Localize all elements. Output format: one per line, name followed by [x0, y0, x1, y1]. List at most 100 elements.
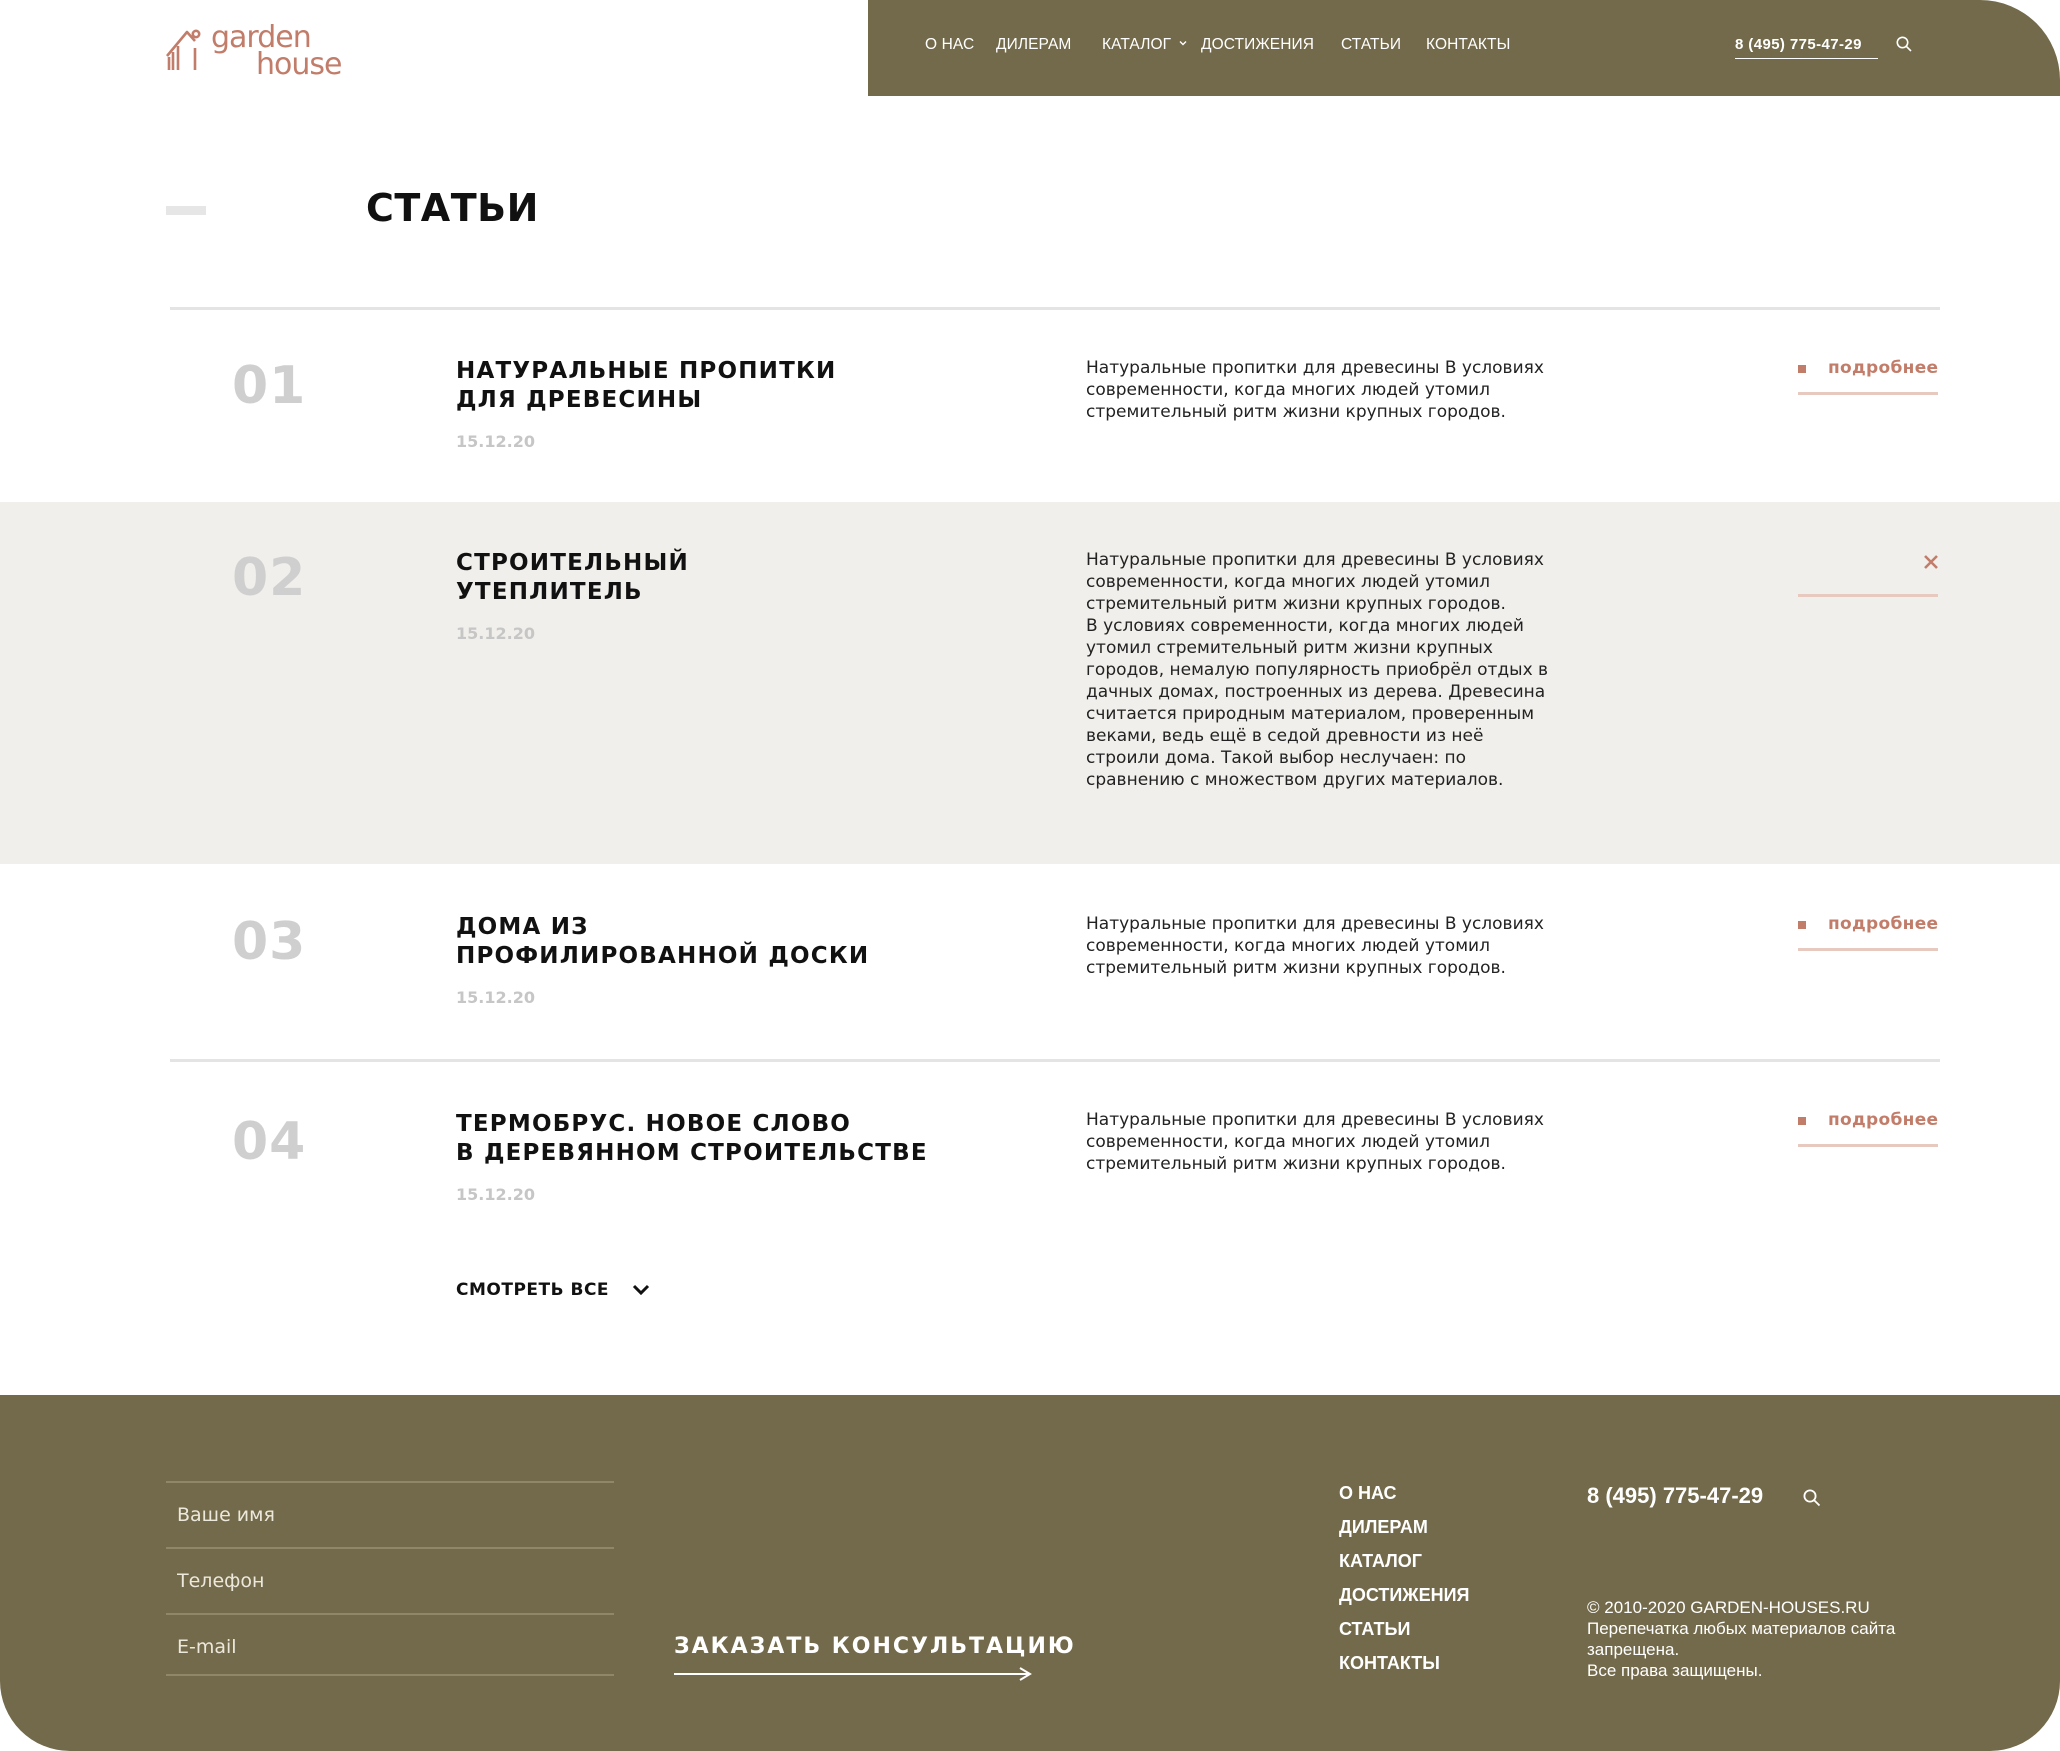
desc-line: Натуральные пропитки для древесины В усл… [1086, 914, 1544, 934]
nav-item-contacts[interactable]: КОНТАКТЫ [1426, 36, 1510, 54]
more-label: подробнее [1828, 914, 1939, 934]
footer-nav-about[interactable]: О НАС [1339, 1483, 1397, 1504]
more-underline [1798, 948, 1938, 951]
article-date: 15.12.20 [456, 988, 535, 1007]
desc-line: стремительный ритм жизни крупных городов… [1086, 594, 1506, 614]
more-underline [1798, 392, 1938, 395]
more-label: подробнее [1828, 358, 1939, 378]
article-row: 01 НАТУРАЛЬНЫЕ ПРОПИТКИ ДЛЯ ДРЕВЕСИНЫ 15… [0, 310, 2060, 502]
collapse-control[interactable] [1798, 554, 1938, 600]
house-logo-icon [166, 29, 201, 70]
footer-phone-link[interactable]: 8 (495) 775-47-29 [1587, 1483, 1763, 1509]
desc-line: дачных домах, построенных из дерева. Дре… [1086, 682, 1546, 702]
article-title[interactable]: СТРОИТЕЛЬНЫЙ УТЕПЛИТЕЛЬ [456, 549, 689, 607]
header-phone-link[interactable]: 8 (495) 775-47-29 [1735, 36, 1862, 53]
desc-line: Натуральные пропитки для древесины В усл… [1086, 358, 1544, 378]
article-number: 01 [232, 356, 307, 416]
close-icon[interactable] [1923, 554, 1939, 570]
more-underline [1798, 594, 1938, 597]
logo-text: garden house [211, 23, 342, 82]
desc-line: современности, когда многих людей утомил [1086, 936, 1490, 956]
article-title-line: НАТУРАЛЬНЫЕ ПРОПИТКИ [456, 358, 837, 384]
article-number: 03 [232, 912, 307, 972]
nav-item-achievements[interactable]: ДОСТИЖЕНИЯ [1201, 36, 1314, 54]
desc-line: Натуральные пропитки для древесины В усл… [1086, 1110, 1544, 1130]
chevron-down-icon[interactable] [1178, 38, 1188, 48]
desc-line: считается природным материалом, проверен… [1086, 704, 1535, 724]
article-row-expanded: 02 СТРОИТЕЛЬНЫЙ УТЕПЛИТЕЛЬ 15.12.20 Нату… [0, 502, 2060, 864]
more-link[interactable]: подробнее [1798, 358, 1938, 404]
article-title-line: ДОМА ИЗ [456, 914, 589, 940]
desc-line: современности, когда многих людей утомил [1086, 572, 1490, 592]
article-description: Натуральные пропитки для древесины В усл… [1086, 549, 1606, 791]
square-bullet-icon [1798, 921, 1806, 929]
desc-line: современности, когда многих людей утомил [1086, 380, 1490, 400]
view-all-label: СМОТРЕТЬ ВСЕ [456, 1280, 610, 1300]
name-field[interactable] [166, 1481, 614, 1547]
square-bullet-icon [1798, 1117, 1806, 1125]
field-underline [166, 1674, 614, 1676]
article-description: Натуральные пропитки для древесины В усл… [1086, 1109, 1606, 1175]
name-input[interactable] [166, 1483, 614, 1547]
footer-nav-dealers[interactable]: ДИЛЕРАМ [1339, 1517, 1428, 1538]
page-title: СТАТЬИ [366, 186, 539, 230]
article-date: 15.12.20 [456, 1185, 535, 1204]
desc-line: веками, ведь ещё в седой древности из не… [1086, 726, 1484, 746]
article-title-line: ДЛЯ ДРЕВЕСИНЫ [456, 387, 703, 413]
top-navbar: О НАС ДИЛЕРАМ КАТАЛОГ ДОСТИЖЕНИЯ СТАТЬИ … [868, 0, 2060, 96]
more-link[interactable]: подробнее [1798, 914, 1938, 960]
phone-input[interactable] [166, 1549, 614, 1613]
email-input[interactable] [166, 1615, 614, 1679]
logo-line2: house [256, 47, 342, 82]
view-all-button[interactable]: СМОТРЕТЬ ВСЕ [456, 1280, 651, 1300]
more-label: подробнее [1828, 1110, 1939, 1130]
article-title[interactable]: ТЕРМОБРУС. НОВОЕ СЛОВО В ДЕРЕВЯННОМ СТРО… [456, 1110, 928, 1168]
nav-item-dealers[interactable]: ДИЛЕРАМ [996, 36, 1071, 54]
footer-nav-articles[interactable]: СТАТЬИ [1339, 1619, 1410, 1640]
article-row: 03 ДОМА ИЗ ПРОФИЛИРОВАННОЙ ДОСКИ 15.12.2… [0, 864, 2060, 1060]
desc-line: Натуральные пропитки для древесины В усл… [1086, 550, 1544, 570]
article-number: 04 [232, 1112, 307, 1172]
copyright-line: © 2010-2020 GARDEN-HOUSES.RU [1587, 1598, 1870, 1617]
search-icon[interactable] [1802, 1488, 1822, 1508]
logo[interactable]: garden house [165, 23, 345, 84]
nav-item-about[interactable]: О НАС [925, 36, 974, 54]
nav-item-articles[interactable]: СТАТЬИ [1341, 36, 1401, 54]
title-dash [166, 206, 206, 215]
copyright-line: запрещена. [1587, 1640, 1680, 1659]
footer-nav-catalog[interactable]: КАТАЛОГ [1339, 1551, 1422, 1572]
phone-underline [1735, 58, 1878, 59]
article-description: Натуральные пропитки для древесины В усл… [1086, 913, 1606, 979]
square-bullet-icon [1798, 365, 1806, 373]
nav-item-catalog[interactable]: КАТАЛОГ [1102, 36, 1171, 54]
order-consultation-button[interactable]: ЗАКАЗАТЬ КОНСУЛЬТАЦИЮ [674, 1634, 1076, 1659]
more-underline [1798, 1144, 1938, 1147]
copyright-line: Все права защищены. [1587, 1661, 1763, 1680]
copyright: © 2010-2020 GARDEN-HOUSES.RU Перепечатка… [1587, 1597, 1927, 1681]
article-title-line: СТРОИТЕЛЬНЫЙ [456, 550, 689, 576]
desc-line: В условиях современности, когда многих л… [1086, 616, 1524, 636]
article-title-line: ТЕРМОБРУС. НОВОЕ СЛОВО [456, 1111, 852, 1137]
email-field[interactable] [166, 1613, 614, 1679]
phone-field[interactable] [166, 1547, 614, 1613]
desc-line: строили дома. Такой выбор неслучаен: по [1086, 748, 1466, 768]
article-description: Натуральные пропитки для древесины В усл… [1086, 357, 1606, 423]
desc-line: стремительный ритм жизни крупных городов… [1086, 958, 1506, 978]
desc-line: сравнению с множеством других материалов… [1086, 770, 1504, 790]
copyright-line: Перепечатка любых материалов сайта [1587, 1619, 1896, 1638]
article-title[interactable]: ДОМА ИЗ ПРОФИЛИРОВАННОЙ ДОСКИ [456, 913, 869, 971]
article-title[interactable]: НАТУРАЛЬНЫЕ ПРОПИТКИ ДЛЯ ДРЕВЕСИНЫ [456, 357, 836, 415]
search-icon[interactable] [1895, 35, 1913, 53]
desc-line: стремительный ритм жизни крупных городов… [1086, 402, 1506, 422]
article-title-line: В ДЕРЕВЯННОМ СТРОИТЕЛЬСТВЕ [456, 1140, 928, 1166]
desc-line: стремительный ритм жизни крупных городов… [1086, 1154, 1506, 1174]
more-link[interactable]: подробнее [1798, 1110, 1938, 1156]
article-date: 15.12.20 [456, 432, 535, 451]
footer-nav-contacts[interactable]: КОНТАКТЫ [1339, 1653, 1440, 1674]
footer-nav-achievements[interactable]: ДОСТИЖЕНИЯ [1339, 1585, 1469, 1606]
article-row: 04 ТЕРМОБРУС. НОВОЕ СЛОВО В ДЕРЕВЯННОМ С… [0, 1062, 2060, 1252]
desc-line: городов, немалую популярность приобрёл о… [1086, 660, 1549, 680]
arrow-right-icon[interactable] [674, 1666, 1034, 1682]
article-title-line: ПРОФИЛИРОВАННОЙ ДОСКИ [456, 943, 870, 969]
desc-line: современности, когда многих людей утомил [1086, 1132, 1490, 1152]
